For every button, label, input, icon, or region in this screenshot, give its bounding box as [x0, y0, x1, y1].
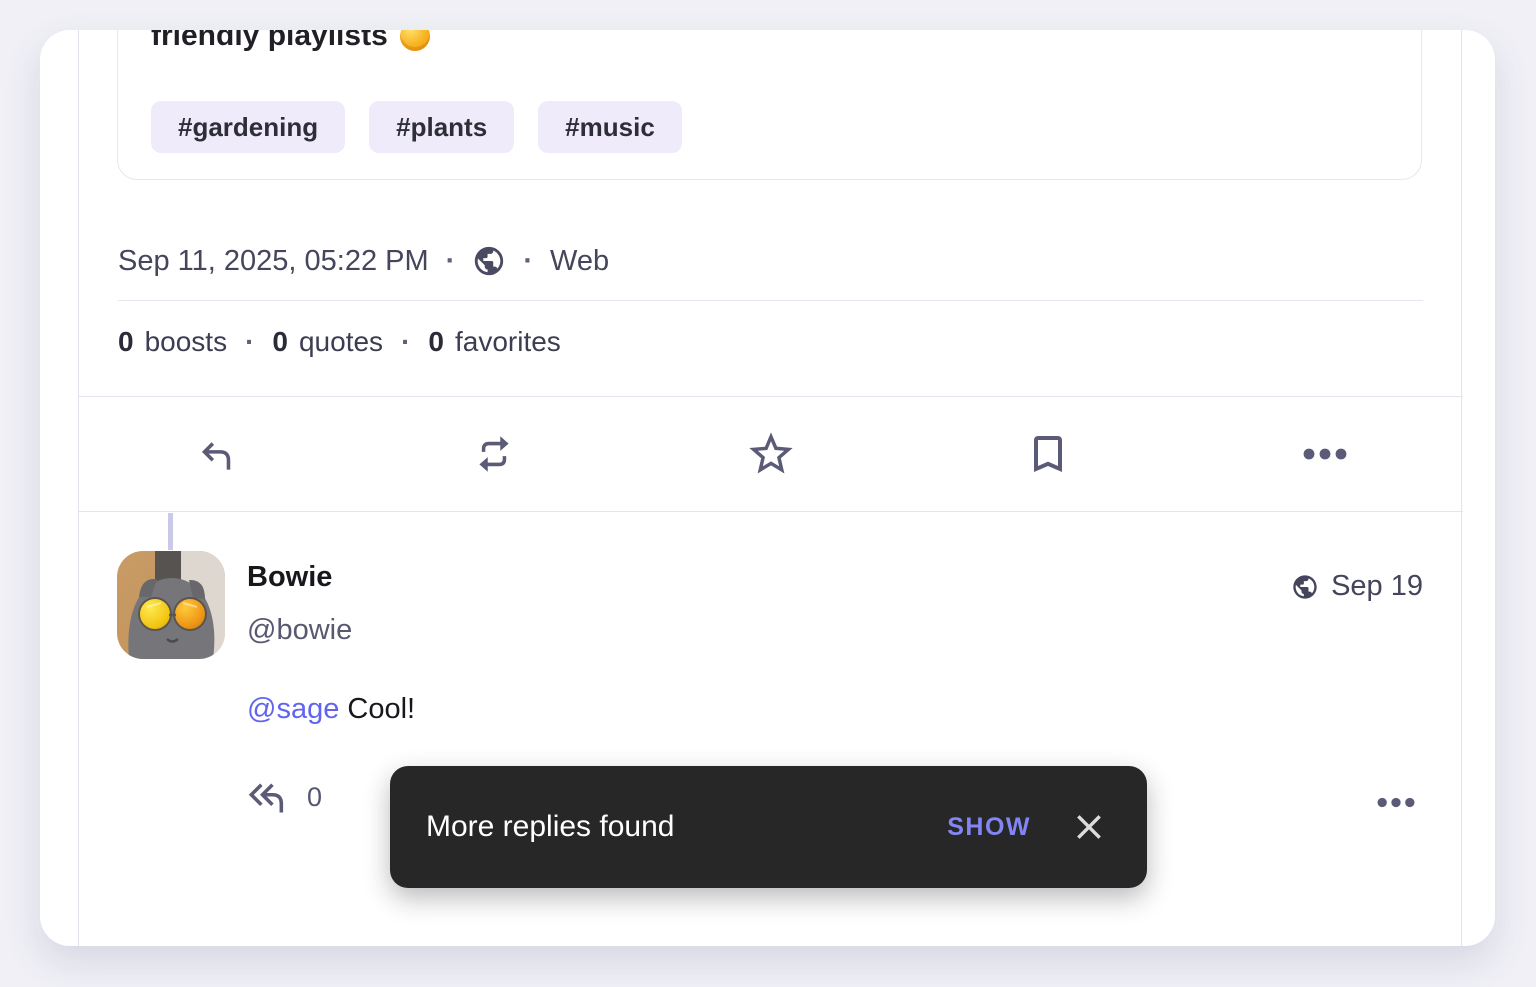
favorites-label: favorites — [455, 326, 561, 358]
reply-handle[interactable]: @bowie — [247, 614, 352, 647]
show-button[interactable]: SHOW — [947, 813, 1031, 842]
more-icon — [1377, 797, 1415, 808]
reply-more-button[interactable] — [1377, 795, 1415, 813]
reply-text-content: Cool! — [347, 693, 415, 725]
status-body: friendly playlists — [151, 30, 430, 55]
boosts-label: boosts — [145, 326, 228, 358]
reply-actions-row: 0 — [245, 777, 322, 817]
toast-close-button[interactable] — [1073, 811, 1105, 843]
status-timestamp[interactable]: Sep 11, 2025, 05:22 PM — [118, 245, 429, 278]
status-meta-row: Sep 11, 2025, 05:22 PM · · Web — [118, 242, 609, 280]
reply-date[interactable]: Sep 19 — [1331, 570, 1423, 603]
boost-button[interactable] — [356, 397, 633, 511]
quotes-label: quotes — [299, 326, 383, 358]
page-background: friendly playlists #gardening #plants #m… — [0, 0, 1536, 987]
cat-avatar-image — [117, 551, 225, 659]
hashtag-row: #gardening #plants #music — [151, 101, 682, 153]
mention-link[interactable]: @sage — [247, 693, 339, 725]
quotes-count: 0 — [272, 326, 288, 358]
status-stats-row: 0 boosts · 0 quotes · 0 favorites — [118, 324, 561, 360]
toast-message: More replies found — [426, 810, 947, 844]
app-window: friendly playlists #gardening #plants #m… — [40, 30, 1495, 946]
divider — [118, 300, 1423, 301]
bookmark-button[interactable] — [909, 397, 1186, 511]
boosts-count: 0 — [118, 326, 134, 358]
boost-icon — [470, 430, 518, 478]
globe-icon — [1291, 573, 1319, 601]
reply-meta: Sep 19 — [1291, 570, 1423, 603]
hashtag-music[interactable]: #music — [538, 101, 682, 153]
thread-column: friendly playlists #gardening #plants #m… — [78, 30, 1462, 946]
favorites-stat[interactable]: 0 favorites — [428, 326, 560, 358]
bookmark-icon — [1024, 430, 1072, 478]
smiling-face-emoji-icon — [400, 30, 430, 51]
globe-icon — [472, 244, 506, 278]
more-button[interactable] — [1186, 397, 1463, 511]
star-icon — [745, 428, 797, 480]
dot-separator: · — [401, 326, 410, 358]
close-icon — [1073, 811, 1105, 843]
more-icon — [1303, 448, 1347, 460]
reply-all-button[interactable] — [245, 777, 291, 817]
dot-separator: · — [245, 326, 254, 358]
dot-separator: · — [523, 245, 533, 278]
more-replies-toast: More replies found SHOW — [390, 766, 1147, 888]
status-action-bar — [79, 396, 1463, 512]
avatar[interactable] — [117, 551, 225, 659]
status-text: friendly playlists — [151, 30, 388, 55]
favorites-count: 0 — [428, 326, 444, 358]
quotes-stat[interactable]: 0 quotes — [272, 326, 383, 358]
reply-icon — [193, 430, 241, 478]
dot-separator: · — [446, 245, 456, 278]
reply-text: @sage Cool! — [247, 693, 415, 726]
reply-count: 0 — [307, 782, 322, 813]
boosts-stat[interactable]: 0 boosts — [118, 326, 227, 358]
status-client[interactable]: Web — [550, 245, 609, 278]
status-card[interactable]: friendly playlists #gardening #plants #m… — [117, 30, 1422, 180]
reply-display-name[interactable]: Bowie — [247, 561, 332, 594]
reply-button[interactable] — [79, 397, 356, 511]
favorite-button[interactable] — [633, 397, 910, 511]
reply-all-icon — [245, 777, 291, 817]
hashtag-gardening[interactable]: #gardening — [151, 101, 345, 153]
thread-connector-line — [168, 513, 173, 550]
hashtag-plants[interactable]: #plants — [369, 101, 514, 153]
